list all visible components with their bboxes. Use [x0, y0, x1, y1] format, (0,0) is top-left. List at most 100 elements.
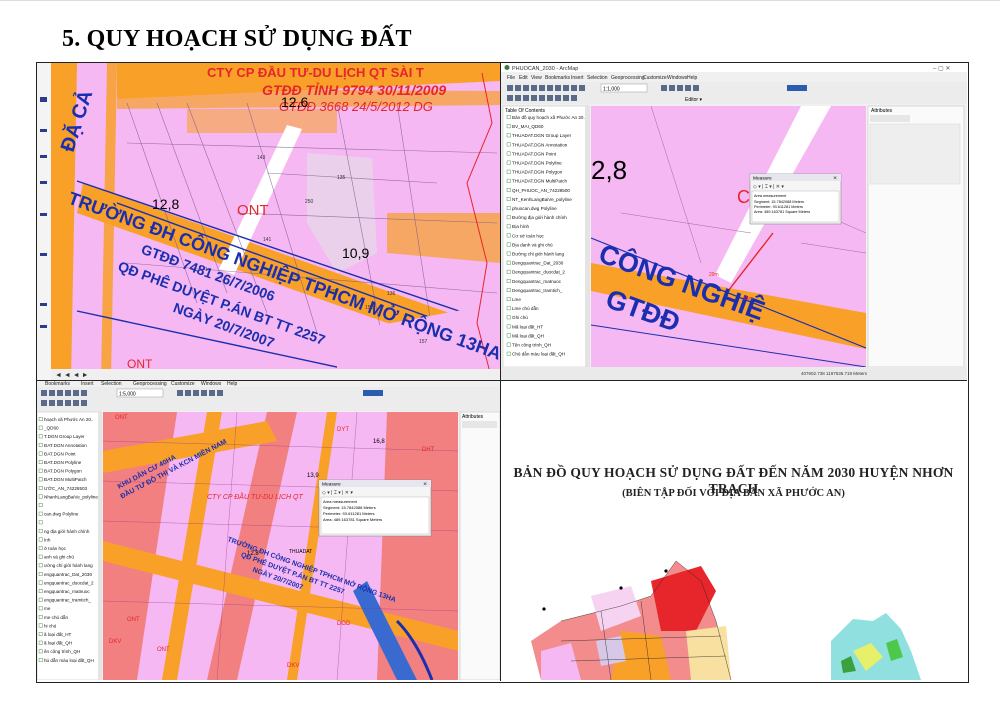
toc-layer-item[interactable]: phuocan.dwg Polyline [512, 206, 557, 211]
toc-layer-item[interactable]: _QD60 [43, 426, 59, 431]
menu3-windows[interactable]: Windows [201, 381, 222, 387]
toc-checkbox[interactable] [506, 197, 511, 201]
toc-checkbox[interactable] [506, 115, 511, 120]
menu3-selection[interactable]: Selection [101, 381, 122, 387]
toc-layer-item[interactable]: hoạch xã Phước An 20.. [44, 417, 94, 422]
toc-checkbox[interactable] [506, 133, 511, 138]
toc-checkbox[interactable] [38, 589, 43, 593]
toc-checkbox[interactable] [506, 269, 511, 274]
toc-layer-item[interactable]: hi chú [44, 623, 57, 628]
menu-selection[interactable]: Selection [587, 75, 608, 81]
toc-checkbox[interactable] [506, 260, 511, 265]
toc-layer-item[interactable]: ƯỚC_AN_74228503 [44, 485, 88, 491]
toc-checkbox[interactable] [506, 206, 511, 210]
toc-checkbox[interactable] [38, 443, 43, 447]
toc-layer-item[interactable]: can.dwg Polyline [44, 512, 79, 517]
toc-layer-item[interactable]: THUADAT.DGN Annotation [512, 142, 568, 147]
toc-checkbox[interactable] [38, 640, 43, 645]
toc-checkbox[interactable] [38, 623, 43, 628]
toc-checkbox[interactable] [38, 494, 43, 499]
toc-layer-item[interactable]: Đường địa giới hành chính [512, 215, 567, 220]
toc-layer-item[interactable]: ã loại đất_QH [44, 641, 72, 646]
toc-layer-item[interactable]: QH_PHUOC_AN_74228500 [512, 188, 570, 193]
toc-layer-item[interactable]: Bản đồ quy hoạch xã Phước An 20.. [512, 115, 586, 120]
menu-windows[interactable]: Windows [667, 75, 688, 81]
toc-layer-item[interactable]: ĐAT.DGN MultiPatch [44, 477, 87, 482]
measure-dialog-3[interactable]: Measure ✕ ◇ ▾ | ⌶ ▾ | ✕ ▾ Area measureme… [318, 479, 432, 537]
toc-checkbox[interactable] [38, 451, 43, 456]
menu-customize[interactable]: Customize [643, 75, 667, 81]
toc-layer-item[interactable]: ĐAT.DGN Polygon [44, 469, 82, 474]
toc-checkbox[interactable] [506, 288, 511, 292]
toc-checkbox[interactable] [38, 658, 43, 662]
toc-checkbox[interactable] [38, 434, 43, 439]
menu3-geoprocessing[interactable]: Geoprocessing [133, 381, 167, 387]
menu-insert[interactable]: Insert [571, 75, 584, 81]
toc-layer-item[interactable]: ng địa giới hành chính [44, 529, 90, 534]
toc-checkbox[interactable] [38, 632, 43, 636]
toc-layer-item[interactable]: T.DGN Group Layer [44, 434, 85, 439]
toc-checkbox[interactable] [38, 425, 43, 430]
toc-layer-item[interactable]: ĐAT.DGN Annotation [44, 443, 87, 448]
toc-layer-item[interactable]: engquantrac_duocdat_2 [44, 580, 94, 585]
toc-layer-item[interactable]: NhanhLangBaiVe_polyline [44, 494, 98, 499]
menu3-customize[interactable]: Customize [171, 381, 195, 387]
toc-layer-item[interactable]: Lme [512, 297, 521, 302]
toc-layer-item[interactable]: THUADAT.DGN Point [512, 151, 557, 156]
toc-layer-item[interactable]: Dengquantrac_tramtich_ [512, 288, 563, 293]
toc-checkbox[interactable] [38, 511, 43, 516]
menu3-help[interactable]: Help [227, 381, 238, 387]
menu-help[interactable]: Help [687, 75, 698, 81]
toc-layer-item[interactable]: THUADAT.DGN MultiPatch [512, 179, 567, 184]
toc-checkbox[interactable] [506, 242, 511, 247]
toc-checkbox[interactable] [38, 606, 43, 611]
toc-layer-item[interactable]: Dengquantrac_Dat_2030 [512, 261, 564, 266]
toc-checkbox[interactable] [38, 597, 43, 602]
toc-checkbox[interactable] [506, 351, 511, 356]
toc-checkbox[interactable] [38, 580, 43, 585]
toc-layer-item[interactable]: Mã loại đất_HT [512, 324, 543, 329]
toc-layer-item[interactable]: anh và ghi chú [44, 555, 74, 560]
menu3-insert[interactable]: Insert [81, 381, 94, 387]
toc-layer-item[interactable]: ường chỉ giới hành lang [44, 562, 93, 568]
toc-layer-item[interactable]: ên công trình_QH [44, 649, 80, 654]
editor-menu[interactable]: Editor ▾ [685, 97, 702, 103]
toc-layer-item[interactable]: Ghi chú [512, 315, 528, 320]
toc-checkbox[interactable] [506, 169, 511, 174]
toc-checkbox[interactable] [38, 537, 43, 542]
toc-layer-item[interactable]: Địa danh và ghi chú [512, 242, 553, 247]
menu-view[interactable]: View [531, 75, 542, 81]
toc-checkbox[interactable] [38, 571, 43, 576]
toc-checkbox[interactable] [38, 528, 43, 533]
toc-checkbox[interactable] [506, 124, 511, 129]
toc-layer-item[interactable]: THUADAT.DGN Group Layer [512, 133, 572, 138]
toc-checkbox[interactable] [506, 151, 511, 156]
toc-layer-item[interactable]: THUADAT.DGN Polygon [512, 170, 563, 175]
toc-layer-item[interactable]: ình [44, 537, 51, 542]
toc-checkbox[interactable] [38, 546, 43, 550]
toc-layer-item[interactable]: Dengquantrac_matnuoc [512, 279, 562, 284]
toc-checkbox[interactable] [38, 563, 43, 568]
toc-layer-item[interactable]: Địa hình [512, 224, 530, 229]
toc-layer-item[interactable]: ã loại đất_HT [44, 632, 72, 637]
toc-checkbox[interactable] [38, 649, 43, 654]
measure-dialog[interactable]: Measure ✕ ◇ ▾ | ⌶ ▾ | ✕ ▾ Area measureme… [749, 173, 842, 225]
toc-checkbox[interactable] [38, 503, 43, 508]
toc-layer-item[interactable]: NT_KenhLangBaiVe_polyline [512, 197, 572, 202]
menu-bookmarks[interactable]: Bookmarks [545, 75, 571, 81]
toc-checkbox[interactable] [506, 215, 511, 220]
toc-layer-item[interactable]: ĐAT.DGN Point [44, 451, 76, 456]
toc-checkbox[interactable] [506, 142, 511, 147]
toc-layer-item[interactable]: Lme chú dẫn [512, 305, 539, 311]
menu3-bookmarks[interactable]: Bookmarks [45, 381, 71, 387]
toc-checkbox[interactable] [38, 485, 43, 490]
toc-checkbox[interactable] [506, 224, 511, 229]
toc-checkbox[interactable] [506, 233, 511, 238]
toc-layer-item[interactable]: me chú dẫn [44, 614, 68, 620]
toc-layer-item[interactable]: engquantrac_matnuoc [44, 589, 90, 594]
toc-layer-item[interactable]: BV_MAI_QD60 [512, 124, 544, 129]
toc-checkbox[interactable] [506, 297, 511, 301]
toc-layer-item[interactable]: engquantrac_Dat_2030 [44, 572, 92, 577]
toc-checkbox[interactable] [506, 160, 511, 165]
toc-checkbox[interactable] [506, 251, 511, 256]
